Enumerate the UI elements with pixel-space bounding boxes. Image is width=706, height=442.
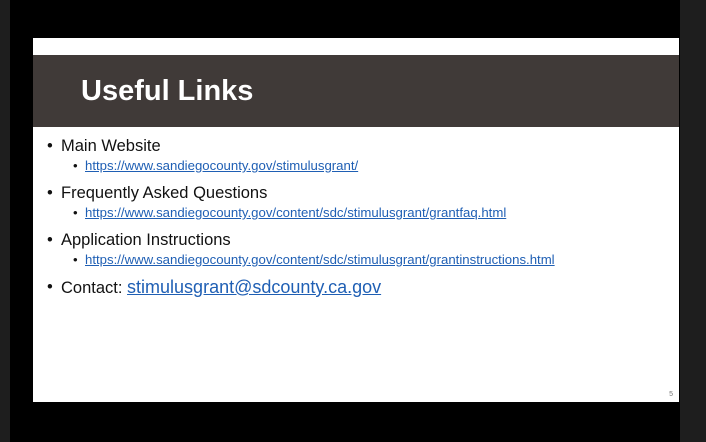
- presentation-viewer: Useful Links • Main Website • https://ww…: [0, 0, 706, 442]
- bullet: •: [47, 278, 53, 296]
- viewer-right-border: [680, 0, 706, 442]
- viewer-left-border: [0, 0, 10, 442]
- contact-label: Contact:: [61, 279, 123, 297]
- list-item-contact: • Contact: stimulusgrant@sdcounty.ca.gov: [47, 276, 677, 299]
- faq-link[interactable]: https://www.sandiegocounty.gov/content/s…: [85, 205, 506, 220]
- list-item-main-website: • Main Website • https://www.sandiegocou…: [47, 135, 677, 175]
- sub-bullet: •: [73, 205, 78, 220]
- slide: Useful Links • Main Website • https://ww…: [33, 38, 679, 402]
- list-item-faq: • Frequently Asked Questions • https://w…: [47, 182, 677, 222]
- item-label: Main Website: [61, 137, 161, 155]
- slide-title: Useful Links: [81, 75, 254, 107]
- item-label: Application Instructions: [61, 231, 231, 249]
- bullet: •: [47, 231, 53, 249]
- slide-page-number: 5: [669, 391, 673, 398]
- sub-bullet: •: [73, 158, 78, 173]
- list-item-application-instructions: • Application Instructions • https://www…: [47, 229, 677, 269]
- bullet: •: [47, 184, 53, 202]
- application-instructions-link[interactable]: https://www.sandiegocounty.gov/content/s…: [85, 252, 555, 267]
- main-website-link[interactable]: https://www.sandiegocounty.gov/stimulusg…: [85, 158, 358, 173]
- slide-title-bar: Useful Links: [33, 55, 679, 127]
- bullet: •: [47, 137, 53, 155]
- contact-email-link[interactable]: stimulusgrant@sdcounty.ca.gov: [127, 277, 381, 297]
- sub-bullet: •: [73, 252, 78, 267]
- item-label: Frequently Asked Questions: [61, 184, 268, 202]
- slide-content: • Main Website • https://www.sandiegocou…: [47, 135, 677, 299]
